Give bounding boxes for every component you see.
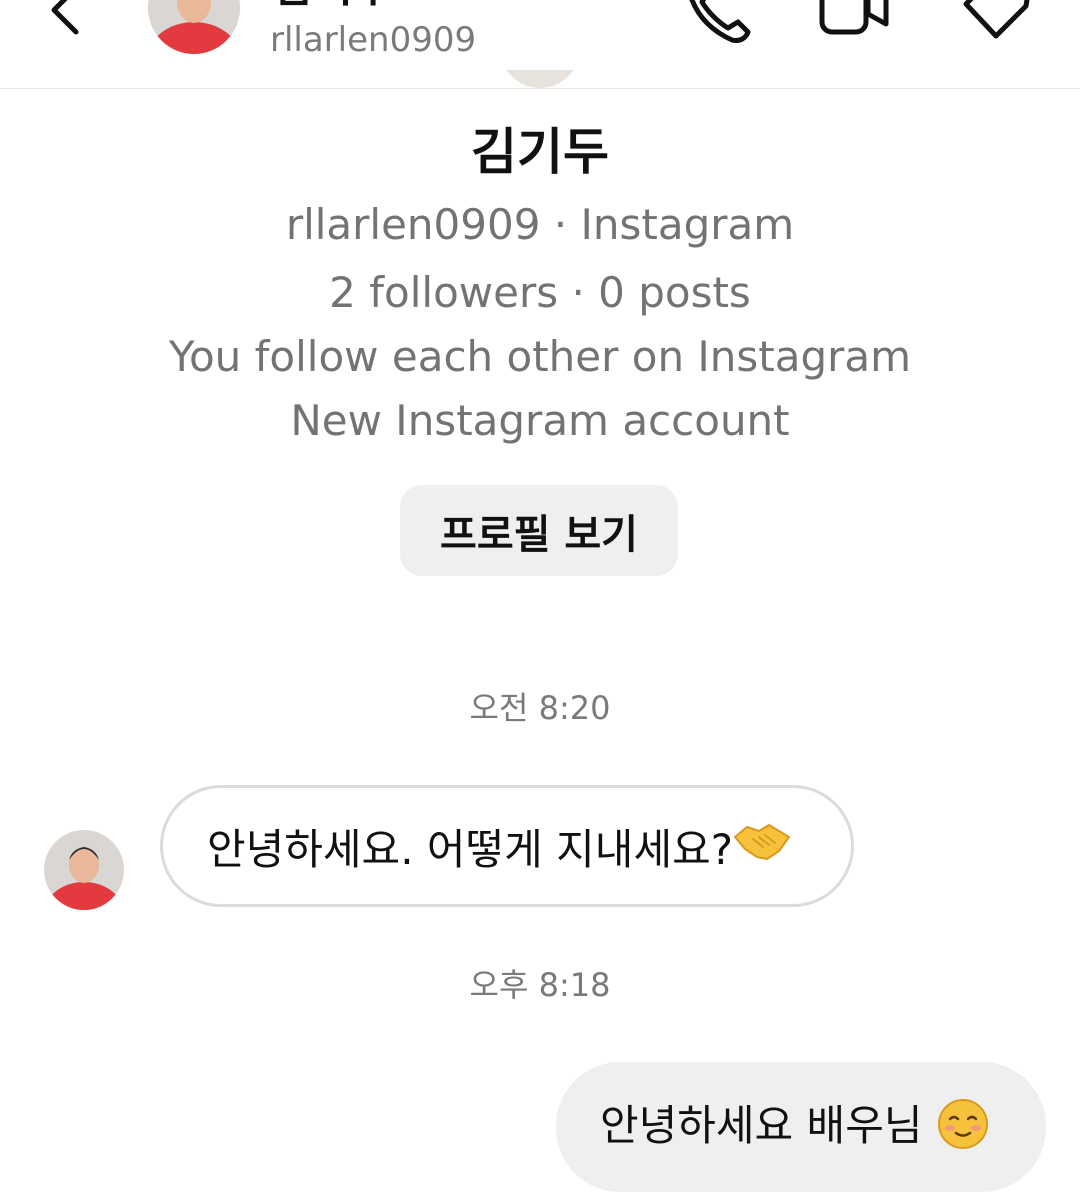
header-avatar[interactable] [148,0,240,54]
video-camera-icon [819,0,889,35]
message-timestamp: 오후 8:18 [469,966,611,1004]
message-timestamp: 오전 8:20 [469,689,611,727]
profile-name: 김기두 [471,123,609,181]
handshake-emoji-icon [733,819,791,873]
incoming-message-text: 안녕하세요. 어떻게 지내세요? [207,824,734,874]
incoming-message-bubble[interactable]: 안녕하세요. 어떻게 지내세요? [160,785,854,907]
tag-icon [963,0,1030,39]
avatar-image [148,0,240,54]
back-button[interactable] [40,0,100,40]
phone-icon [689,0,751,43]
avatar-image [44,830,124,910]
profile-avatar [500,70,580,90]
call-button[interactable] [680,0,760,50]
header-username[interactable]: rllarlen0909 [270,18,476,62]
tag-button[interactable] [958,0,1038,50]
header-name[interactable]: 김기두 [272,0,393,12]
outgoing-message-text: 안녕하세요 배우님 [600,1101,923,1150]
profile-username-line: rllarlen0909 · Instagram [285,200,795,249]
chevron-left-icon [51,0,79,35]
view-profile-button[interactable]: 프로필 보기 [400,485,678,576]
sender-avatar[interactable] [44,830,124,910]
video-call-button[interactable] [812,0,892,50]
profile-account-line: New Instagram account [290,396,790,445]
outgoing-message-bubble[interactable]: 안녕하세요 배우님 [556,1062,1046,1192]
profile-stats-line: 2 followers · 0 posts [329,268,751,317]
profile-mutual-line: You follow each other on Instagram [168,332,912,381]
